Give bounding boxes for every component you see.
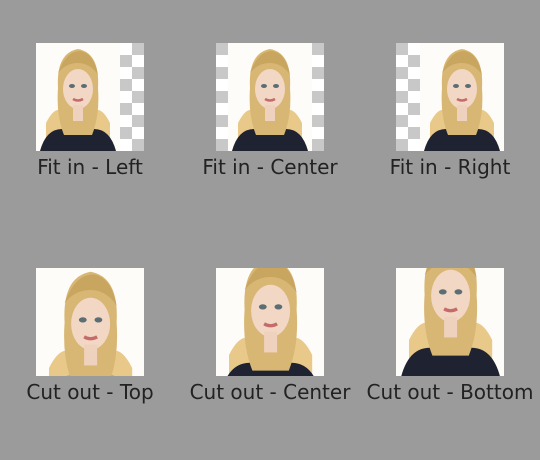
cut-out-top-thumbnail[interactable] (36, 268, 144, 376)
cut-out-center-image (216, 268, 324, 376)
transparent-area (396, 43, 420, 151)
transparent-area (120, 43, 144, 151)
cut-out-top-label: Cut out - Top (26, 380, 154, 404)
fit-in-right-thumbnail[interactable] (396, 43, 504, 151)
fit-in-center-image (216, 43, 324, 151)
cut-out-center-thumbnail[interactable] (216, 268, 324, 376)
fit-in-right-image (396, 43, 504, 151)
fit-in-left-thumbnail[interactable] (36, 43, 144, 151)
transparent-area-right (312, 43, 324, 151)
cut-out-bottom-label: Cut out - Bottom (366, 380, 534, 404)
fit-in-center-thumbnail[interactable] (216, 43, 324, 151)
transparent-area-left (216, 43, 228, 151)
fit-in-left-label: Fit in - Left (37, 155, 143, 179)
fit-in-center-label: Fit in - Center (202, 155, 338, 179)
cut-out-bottom-image (396, 268, 504, 376)
fit-in-right-label: Fit in - Right (389, 155, 511, 179)
cut-out-center-label: Cut out - Center (189, 380, 351, 404)
cut-out-top-image (36, 268, 144, 376)
cut-out-bottom-thumbnail[interactable] (396, 268, 504, 376)
fit-in-left-image (36, 43, 144, 151)
